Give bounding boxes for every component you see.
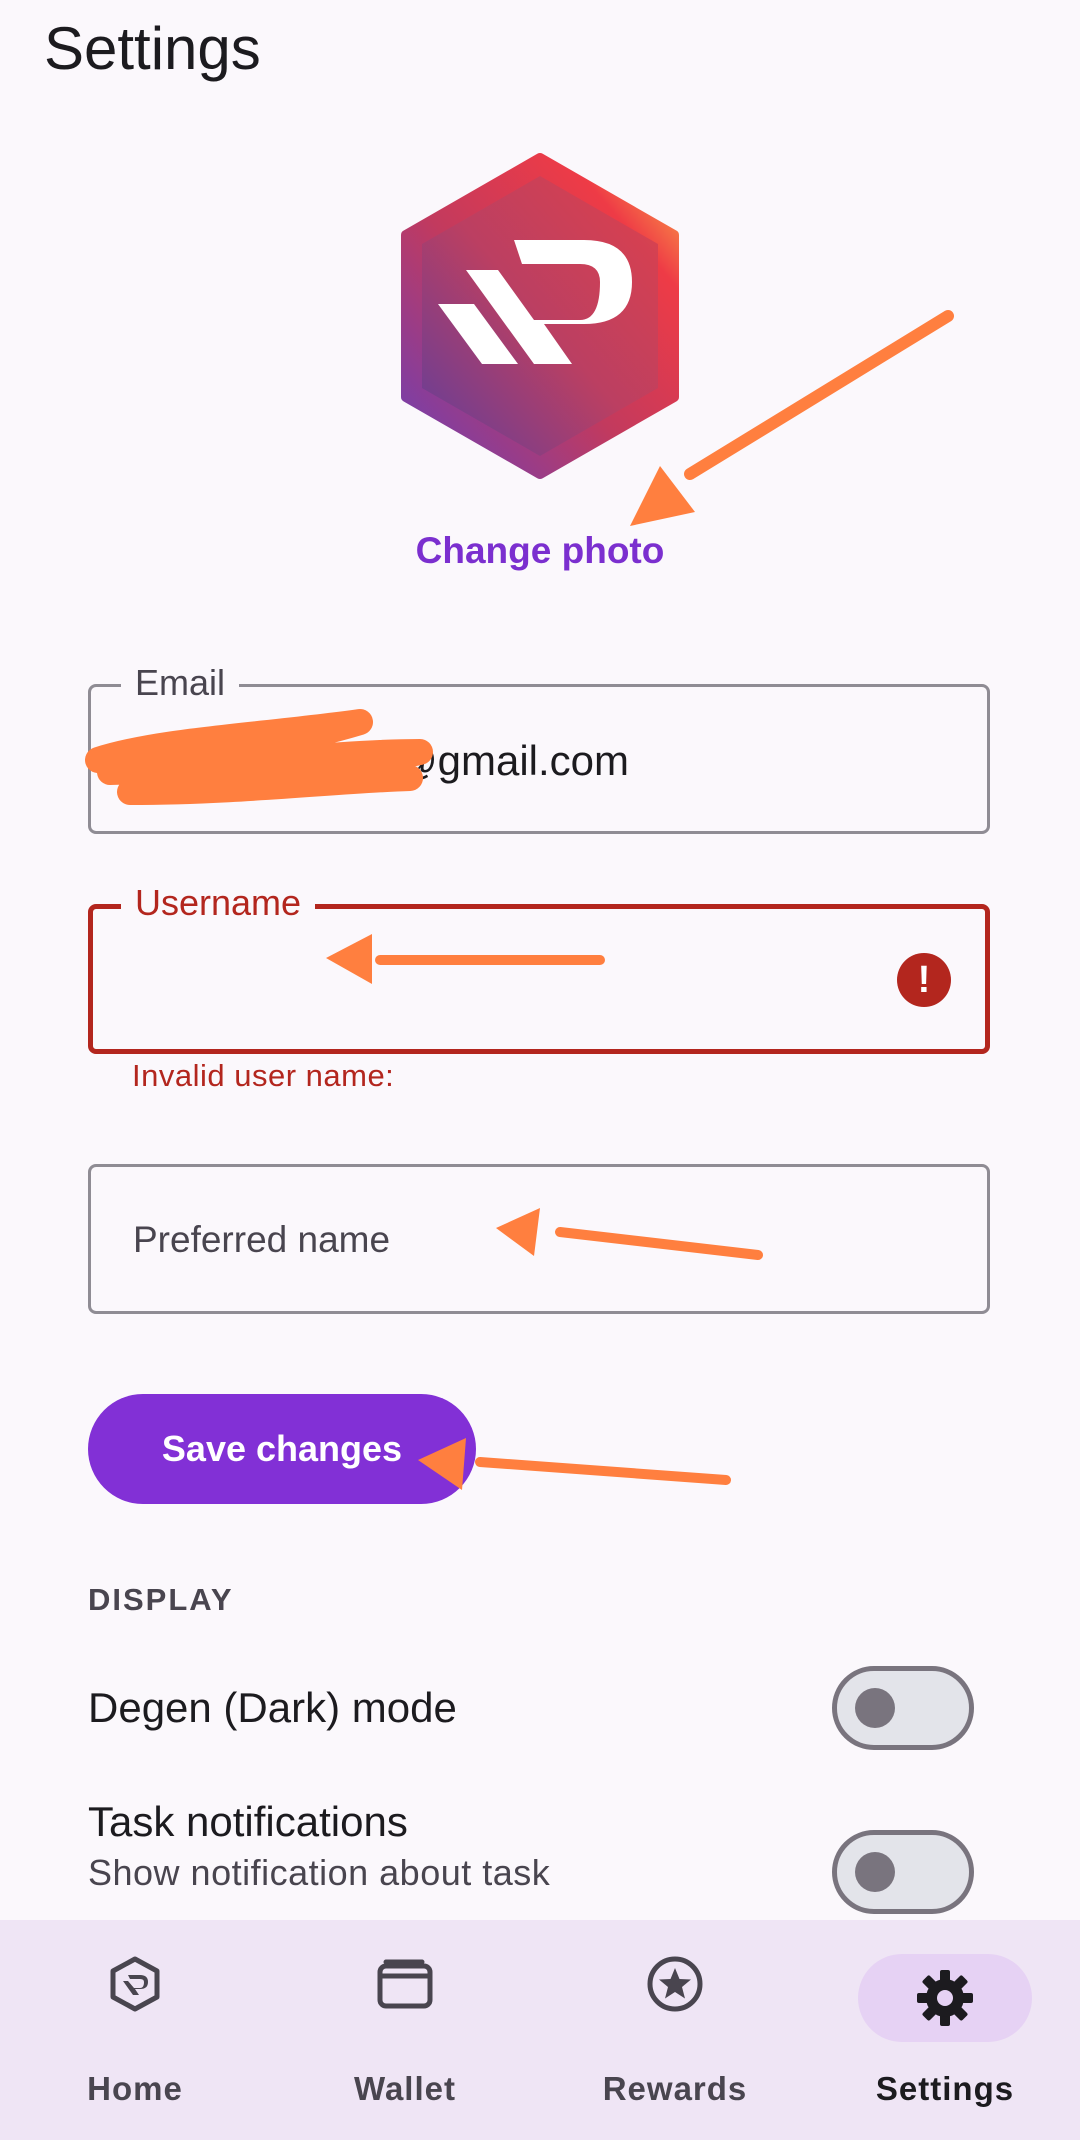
nav-label-wallet: Wallet (354, 2070, 456, 2107)
nav-icon-container (620, 1952, 730, 2016)
display-section-title: DISPLAY (88, 1582, 234, 1617)
toggle-thumb (855, 1852, 895, 1892)
nav-item-rewards[interactable]: Rewards (540, 1920, 810, 2140)
profile-avatar[interactable] (394, 152, 686, 486)
task-notifications-label: Task notifications (88, 1798, 408, 1845)
wallet-icon (377, 1959, 433, 2009)
nav-label-home: Home (87, 2070, 183, 2107)
star-badge-icon (647, 1956, 703, 2012)
dark-mode-toggle[interactable] (832, 1666, 974, 1750)
email-value: @gmail.com (395, 737, 630, 784)
page-title: Settings (44, 15, 261, 82)
nav-icon-container (858, 1954, 1032, 2042)
bottom-navigation: Home Wallet Rewards Settings (0, 1920, 1080, 2140)
change-photo-link[interactable]: Change photo (0, 530, 1080, 572)
username-error-text: Invalid user name: (132, 1058, 395, 1093)
task-notifications-description: Show notification about task (88, 1852, 551, 1893)
nav-label-settings: Settings (875, 2070, 1015, 2107)
dark-mode-label: Degen (Dark) mode (88, 1684, 457, 1731)
preferred-name-field[interactable]: Preferred name (88, 1164, 990, 1314)
nav-icon-container (80, 1952, 190, 2016)
email-label: Email (121, 661, 240, 705)
task-notifications-toggle[interactable] (832, 1830, 974, 1914)
username-field[interactable]: Username ! (88, 881, 990, 1054)
nav-icon-container (350, 1952, 460, 2016)
nav-item-wallet[interactable]: Wallet (270, 1920, 540, 2140)
username-label: Username (121, 881, 316, 925)
error-icon: ! (897, 953, 951, 1007)
nav-item-settings[interactable]: Settings (810, 1920, 1080, 2140)
toggle-thumb (855, 1688, 895, 1728)
logo-hexagon-icon (110, 1956, 160, 2012)
save-changes-button[interactable]: Save changes (88, 1394, 476, 1504)
preferred-name-placeholder: Preferred name (133, 1219, 391, 1260)
nav-label-rewards: Rewards (602, 2070, 748, 2107)
gear-icon (917, 1970, 973, 2026)
nav-item-home[interactable]: Home (0, 1920, 270, 2140)
email-field[interactable]: Email @gmail.com (88, 661, 990, 834)
